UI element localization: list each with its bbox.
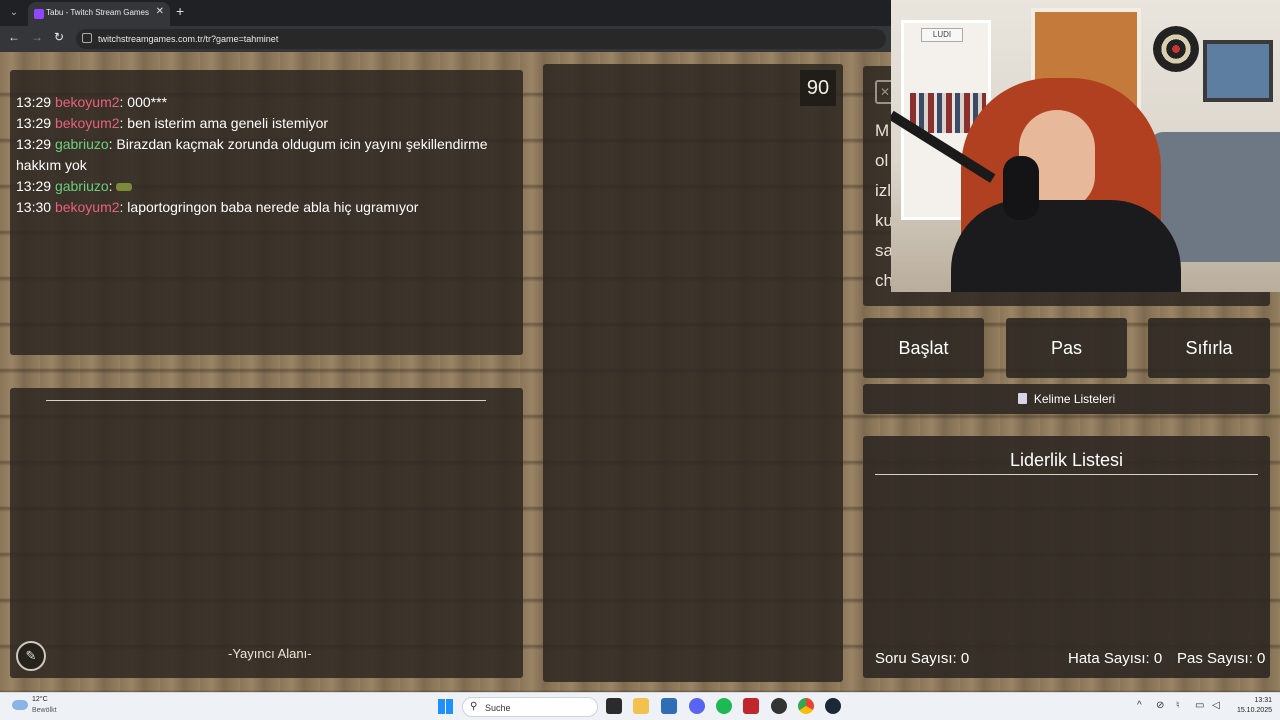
webcam-overlay: LUDI [891, 0, 1280, 292]
pass-button[interactable]: Pas [1006, 318, 1127, 378]
timer-display: 90 [800, 70, 836, 106]
search-placeholder: Suche [485, 703, 511, 713]
word-lists-button[interactable]: Kelime Listeleri [863, 384, 1270, 414]
tab-title: Tabu - Twitch Stream Games [46, 8, 149, 17]
streamer-body [951, 200, 1181, 292]
wall-picture [1203, 40, 1273, 102]
word-lists-label: Kelime Listeleri [1033, 392, 1116, 406]
taskbar: 12°C Bewölkt ⚲ Suche ^ ⊘ ♮ ▭ ◁ 13:31 15.… [0, 692, 1280, 720]
file-explorer-icon[interactable] [633, 698, 649, 714]
cloud-icon[interactable] [12, 700, 28, 710]
store-icon[interactable] [661, 698, 677, 714]
camera-off-icon[interactable]: ⊘ [1156, 700, 1164, 711]
dartboard [1153, 26, 1199, 72]
obs-icon[interactable] [771, 698, 787, 714]
leaderboard-title: Liderlik Listesi [1009, 450, 1124, 470]
new-tab-icon[interactable]: + [176, 3, 184, 19]
twitch-favicon-icon [34, 9, 44, 19]
search-icon: ⚲ [470, 701, 478, 712]
site-info-icon[interactable] [82, 33, 92, 43]
chevron-up-icon[interactable]: ^ [1137, 700, 1142, 711]
start-button[interactable]: Başlat [863, 318, 984, 378]
tab-close-icon[interactable]: ✕ [156, 6, 164, 17]
chat-message: 13:30 bekoyum2: laportogringon baba nere… [16, 199, 419, 215]
chat-message: 13:29 gabriuzo: [16, 176, 506, 197]
reload-icon[interactable]: ↻ [54, 30, 64, 44]
streamer-area-label: -Yayıncı Alanı- [228, 646, 312, 661]
edit-pencil-icon[interactable]: ✎ [16, 641, 46, 671]
weather-temp[interactable]: 12°C [32, 696, 48, 703]
microphone [1003, 156, 1039, 220]
ludi-sign: LUDI [921, 28, 963, 42]
emote-icon [116, 183, 133, 192]
url-text[interactable]: twitchstreamgames.com.tr/tr?game=tahmine… [98, 34, 278, 44]
center-panel [543, 64, 843, 682]
streamer-divider [46, 400, 486, 401]
back-icon[interactable]: ← [8, 30, 20, 44]
leaderboard-divider [875, 474, 1258, 475]
chat-message: 13:29 bekoyum2: ben isterim ama geneli i… [16, 115, 329, 131]
steam-icon[interactable] [825, 698, 841, 714]
windows-start-icon[interactable] [438, 699, 453, 714]
discord-icon[interactable] [689, 698, 705, 714]
weather-desc[interactable]: Bewölkt [32, 707, 57, 714]
question-count: Soru Sayısı: 0 [875, 650, 970, 667]
taskbar-search[interactable]: ⚲ Suche [462, 697, 598, 717]
address-bar[interactable]: twitchstreamgames.com.tr/tr?game=tahmine… [76, 29, 886, 49]
clock[interactable]: 13:31 15.10.2025 [1232, 696, 1272, 716]
chat-message: 13:29 gabriuzo: Birazdan kaçmak zorunda … [16, 136, 488, 173]
streamer-panel [10, 388, 523, 678]
mic-icon[interactable]: ♮ [1176, 700, 1180, 711]
chat-messages: 13:29 bekoyum2: 000*** 13:29 bekoyum2: b… [16, 92, 506, 218]
leaderboard-panel: Liderlik Listesi Soru Sayısı: 0 Hata Say… [863, 436, 1270, 678]
reset-button[interactable]: Sıfırla [1148, 318, 1270, 378]
error-count: Hata Sayısı: 0 [1068, 650, 1163, 667]
forward-icon[interactable]: → [31, 30, 43, 44]
network-icon[interactable]: ▭ [1195, 700, 1204, 711]
volume-icon[interactable]: ◁ [1212, 700, 1220, 711]
browser-tab[interactable]: Tabu - Twitch Stream Games ✕ [28, 2, 170, 26]
chrome-icon[interactable] [798, 698, 814, 714]
tab-list-chevron-icon[interactable]: ⌄ [6, 5, 22, 21]
task-view-icon[interactable] [606, 698, 622, 714]
chat-message: 13:29 bekoyum2: 000*** [16, 94, 168, 110]
app-icon[interactable] [743, 698, 759, 714]
spotify-icon[interactable] [716, 698, 732, 714]
pass-count: Pas Sayısı: 0 [1177, 650, 1266, 667]
notepad-icon [1017, 393, 1027, 404]
